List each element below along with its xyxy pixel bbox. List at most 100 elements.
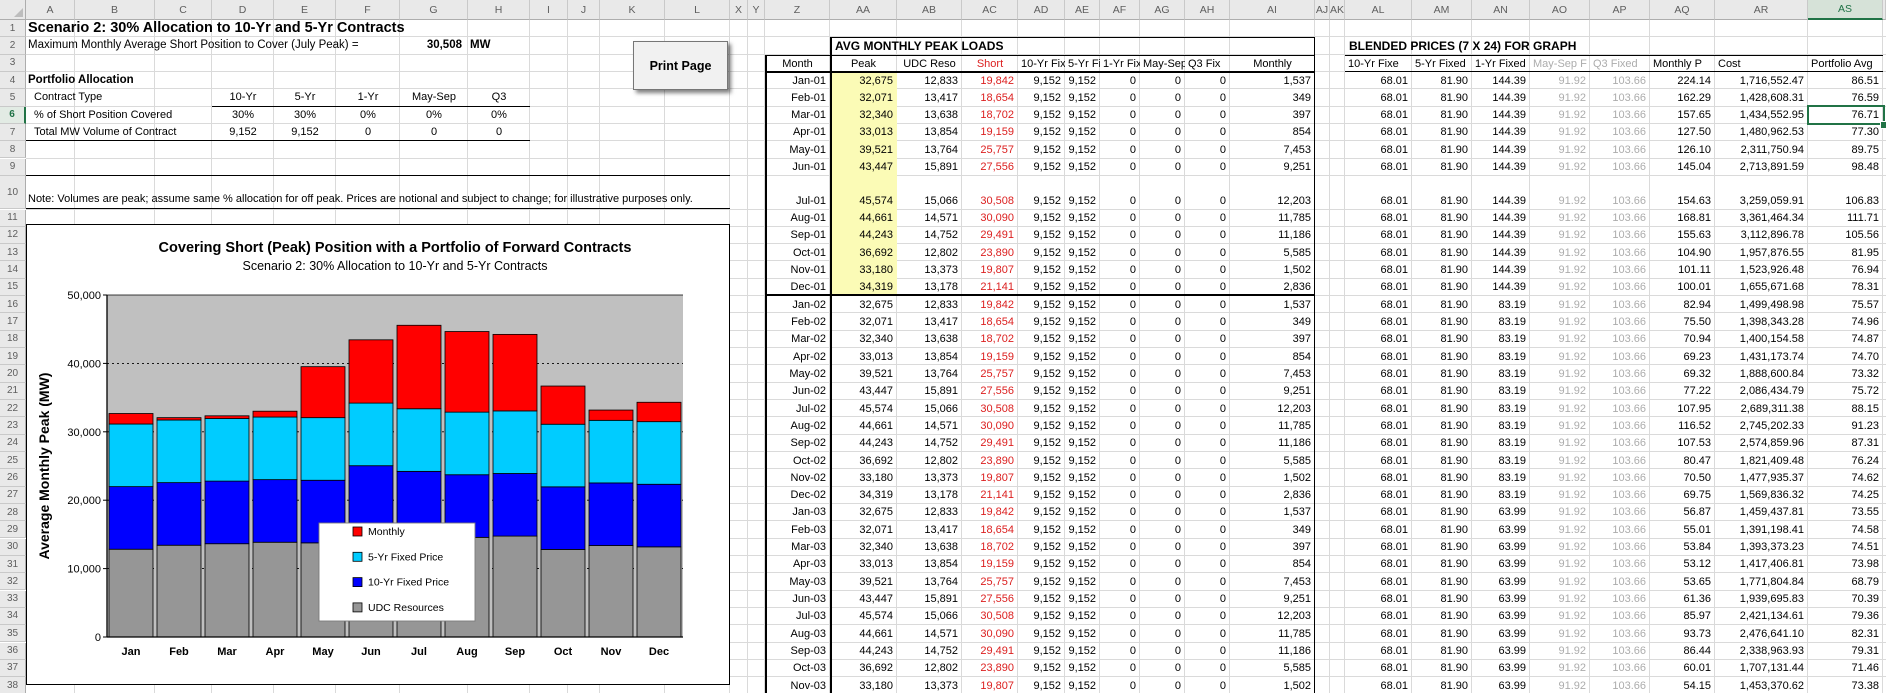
cell[interactable]: 0: [1185, 522, 1230, 539]
cell[interactable]: 0: [1100, 383, 1140, 400]
cell[interactable]: 103.66: [1590, 124, 1650, 141]
cell[interactable]: 33,180: [830, 262, 897, 279]
cell[interactable]: 101.11: [1650, 262, 1715, 279]
cell[interactable]: 103.66: [1590, 210, 1650, 227]
cell[interactable]: 0: [1185, 262, 1230, 279]
column-header-AE[interactable]: AE: [1065, 0, 1100, 20]
cell[interactable]: 103.66: [1590, 349, 1650, 366]
cell[interactable]: 39,521: [830, 366, 897, 383]
cell[interactable]: 103.66: [1590, 90, 1650, 107]
cell[interactable]: 157.65: [1650, 107, 1715, 124]
cell[interactable]: 9,152: [1065, 643, 1100, 660]
cell[interactable]: 9,152: [1065, 383, 1100, 400]
cell[interactable]: 103.66: [1590, 487, 1650, 504]
cell[interactable]: 75.72: [1808, 383, 1883, 400]
cell[interactable]: 0: [1140, 574, 1185, 591]
cell[interactable]: 103.66: [1590, 539, 1650, 556]
cell[interactable]: Aug-03: [765, 626, 830, 643]
cell[interactable]: 81.90: [1412, 487, 1472, 504]
cell[interactable]: 68.01: [1345, 73, 1412, 90]
cell[interactable]: 32,675: [830, 297, 897, 314]
cell[interactable]: 68.01: [1345, 349, 1412, 366]
chart-legend[interactable]: Monthly5-Yr Fixed Price10-Yr Fixed Price…: [319, 523, 475, 621]
cell[interactable]: Sep-03: [765, 643, 830, 660]
row-header-12[interactable]: 12: [0, 227, 26, 244]
cell[interactable]: 30,090: [962, 210, 1018, 227]
cell[interactable]: 63.99: [1472, 539, 1530, 556]
cell[interactable]: 103.66: [1590, 574, 1650, 591]
contract-type-cell[interactable]: 10-Yr: [212, 89, 274, 106]
cell[interactable]: 56.87: [1650, 504, 1715, 521]
cell[interactable]: 81.90: [1412, 591, 1472, 608]
cell[interactable]: 81.90: [1412, 331, 1472, 348]
cell[interactable]: 83.19: [1472, 487, 1530, 504]
cell[interactable]: 91.92: [1530, 279, 1590, 296]
cell[interactable]: 32,071: [830, 90, 897, 107]
cell[interactable]: 3,112,896.78: [1715, 227, 1808, 244]
cell[interactable]: 81.90: [1412, 90, 1472, 107]
cell[interactable]: 2,476,641.10: [1715, 626, 1808, 643]
row-header-38[interactable]: 38: [0, 677, 26, 693]
cell[interactable]: 74.96: [1808, 314, 1883, 331]
cell[interactable]: 13,373: [897, 470, 962, 487]
cell[interactable]: Mar-02: [765, 331, 830, 348]
cell[interactable]: 19,842: [962, 297, 1018, 314]
cell[interactable]: 9,152: [1065, 262, 1100, 279]
cell[interactable]: 144.39: [1472, 262, 1530, 279]
column-header-AQ[interactable]: AQ: [1650, 0, 1715, 20]
cell[interactable]: 127.50: [1650, 124, 1715, 141]
cell[interactable]: 79.31: [1808, 643, 1883, 660]
cell[interactable]: 14,752: [897, 643, 962, 660]
select-all-corner[interactable]: [0, 0, 26, 20]
cell[interactable]: 5,585: [1230, 453, 1315, 470]
cell[interactable]: 15,891: [897, 383, 962, 400]
cell[interactable]: 19,159: [962, 124, 1018, 141]
volume-cell[interactable]: 0: [468, 124, 530, 141]
cell[interactable]: 12,802: [897, 453, 962, 470]
cell[interactable]: 81.90: [1412, 124, 1472, 141]
cell[interactable]: 81.90: [1412, 418, 1472, 435]
cell[interactable]: 9,152: [1065, 626, 1100, 643]
cell[interactable]: 91.92: [1530, 591, 1590, 608]
cell[interactable]: 0: [1185, 435, 1230, 452]
cell[interactable]: 144.39: [1472, 227, 1530, 244]
cell[interactable]: 0: [1100, 159, 1140, 176]
cell[interactable]: 0: [1140, 73, 1185, 90]
cell[interactable]: 68.01: [1345, 504, 1412, 521]
cell[interactable]: 0: [1100, 453, 1140, 470]
cell[interactable]: 13,417: [897, 90, 962, 107]
cell[interactable]: 54.15: [1650, 678, 1715, 693]
cell[interactable]: 13,854: [897, 124, 962, 141]
cell[interactable]: 0: [1100, 418, 1140, 435]
contract-type-cell[interactable]: 5-Yr: [274, 89, 336, 106]
print-page-button[interactable]: Print Page: [633, 41, 728, 90]
row-header-31[interactable]: 31: [0, 556, 26, 573]
cell[interactable]: 74.25: [1808, 487, 1883, 504]
cell[interactable]: 77.22: [1650, 383, 1715, 400]
cell[interactable]: 11,785: [1230, 210, 1315, 227]
cell[interactable]: 0: [1100, 660, 1140, 677]
cell[interactable]: 154.63: [1650, 193, 1715, 210]
cell[interactable]: 81.90: [1412, 678, 1472, 693]
cell[interactable]: 91.92: [1530, 574, 1590, 591]
cell[interactable]: 3,361,464.34: [1715, 210, 1808, 227]
cell[interactable]: 33,180: [830, 470, 897, 487]
cell[interactable]: 80.47: [1650, 453, 1715, 470]
cell[interactable]: 9,152: [1065, 279, 1100, 296]
cell[interactable]: 2,574,859.96: [1715, 435, 1808, 452]
cell[interactable]: 0: [1140, 435, 1185, 452]
cell[interactable]: 32,071: [830, 522, 897, 539]
column-header-AR[interactable]: AR: [1715, 0, 1808, 20]
cell[interactable]: 12,203: [1230, 193, 1315, 210]
cell[interactable]: 18,654: [962, 90, 1018, 107]
cell[interactable]: 1,398,343.28: [1715, 314, 1808, 331]
cell[interactable]: 63.99: [1472, 504, 1530, 521]
cell[interactable]: 68.01: [1345, 142, 1412, 159]
cell[interactable]: Jun-01: [765, 159, 830, 176]
cell[interactable]: 9,152: [1065, 193, 1100, 210]
cell[interactable]: 91.92: [1530, 453, 1590, 470]
cell[interactable]: 61.36: [1650, 591, 1715, 608]
cell[interactable]: 36,692: [830, 245, 897, 262]
cell[interactable]: 0: [1185, 227, 1230, 244]
cell[interactable]: 397: [1230, 331, 1315, 348]
